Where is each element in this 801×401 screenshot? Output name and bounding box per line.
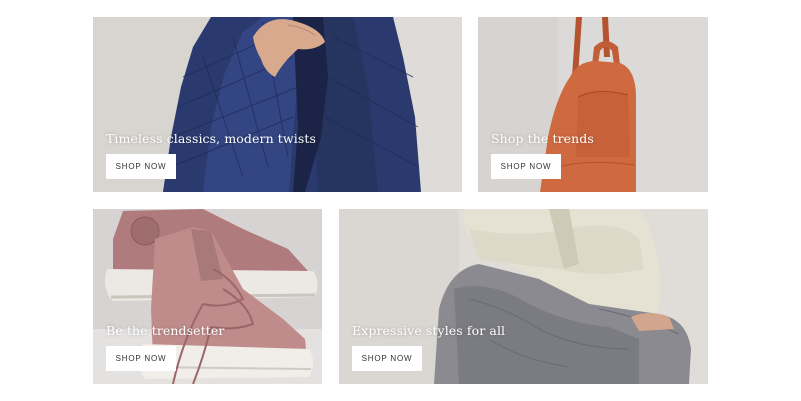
promo-caption: Be the trendsetter bbox=[106, 323, 225, 338]
promo-tile-jeans[interactable]: Expressive styles for all SHOP NOW bbox=[339, 209, 708, 384]
shop-now-button[interactable]: SHOP NOW bbox=[491, 154, 561, 179]
promo-tile-jacket[interactable]: Timeless classics, modern twists SHOP NO… bbox=[93, 17, 462, 192]
promo-tile-backpack[interactable]: Shop the trends SHOP NOW bbox=[478, 17, 708, 192]
shop-now-button[interactable]: SHOP NOW bbox=[106, 346, 176, 371]
shop-now-button[interactable]: SHOP NOW bbox=[352, 346, 422, 371]
promo-caption: Timeless classics, modern twists bbox=[106, 131, 316, 146]
promo-caption: Shop the trends bbox=[491, 131, 594, 146]
shop-now-button[interactable]: SHOP NOW bbox=[106, 154, 176, 179]
promo-caption: Expressive styles for all bbox=[352, 323, 506, 338]
promo-tile-sneakers[interactable]: Be the trendsetter SHOP NOW bbox=[93, 209, 322, 384]
